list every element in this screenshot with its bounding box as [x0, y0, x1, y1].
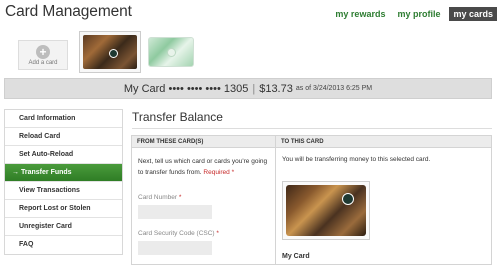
plus-icon: + — [36, 45, 50, 59]
sidebar-item-label: Reload Card — [19, 133, 61, 140]
sidebar-item-report-lost-or-stolen[interactable]: Report Lost or Stolen — [5, 200, 122, 218]
transfer-table: FROM THESE CARD(S) TO THIS CARD Next, te… — [131, 135, 492, 265]
required-star: * — [178, 194, 182, 201]
sidebar-item-label: Transfer Funds — [21, 169, 72, 176]
sidebar-item-label: Report Lost or Stolen — [19, 205, 91, 212]
add-card-label: Add a card — [28, 60, 58, 66]
sidebar-item-label: Set Auto-Reload — [19, 151, 74, 158]
page-title: Card Management — [5, 3, 132, 20]
sidebar-item-label: FAQ — [19, 241, 34, 248]
card-art-image — [286, 185, 366, 236]
sidebar-item-reload-card[interactable]: Reload Card — [5, 128, 122, 146]
nav-my-rewards[interactable]: my rewards — [332, 7, 388, 21]
balance-amount: $13.73 — [259, 82, 293, 95]
required-star: * — [216, 230, 219, 237]
from-column-header: FROM THESE CARD(S) — [132, 136, 275, 148]
balance-bar: My Card •••• •••• •••• 1305 | $13.73 as … — [4, 78, 492, 99]
csc-label: Card Security Code (CSC) * — [138, 230, 219, 237]
required-note: Required * — [203, 169, 235, 176]
add-card-button[interactable]: + Add a card — [18, 40, 68, 70]
sidebar-item-label: View Transactions — [19, 187, 80, 194]
card-thumbnail-green[interactable] — [148, 37, 194, 67]
sidebar-menu: Card Information Reload Card Set Auto-Re… — [4, 109, 123, 255]
card-number-label-text: Card Number — [138, 194, 178, 201]
sidebar-item-label: Unregister Card — [19, 223, 72, 230]
column-separator — [275, 136, 276, 265]
balance-separator: | — [252, 82, 256, 95]
csc-input[interactable] — [138, 241, 212, 255]
sidebar-item-unregister-card[interactable]: Unregister Card — [5, 218, 122, 236]
card-strip: + Add a card — [18, 31, 194, 77]
sidebar-item-transfer-funds[interactable]: → Transfer Funds — [5, 164, 122, 182]
arrow-right-icon: → — [12, 169, 19, 176]
card-logo-icon — [342, 193, 354, 205]
to-card-label: My Card — [282, 253, 310, 260]
to-column-header: TO THIS CARD — [275, 136, 491, 148]
sidebar-item-view-transactions[interactable]: View Transactions — [5, 182, 122, 200]
card-art-image — [83, 35, 137, 69]
card-logo-icon — [167, 48, 176, 57]
card-logo-icon — [109, 49, 118, 58]
card-number-label: Card Number * — [138, 194, 181, 201]
nav-my-cards[interactable]: my cards — [449, 7, 497, 21]
to-instructions: You will be transferring money to this s… — [282, 156, 431, 163]
csc-label-text: Card Security Code (CSC) — [138, 230, 215, 237]
balance-timestamp: as of 3/24/2013 6:25 PM — [295, 85, 373, 92]
from-instructions: Next, tell us which card or cards you're… — [138, 156, 272, 178]
sidebar-item-set-auto-reload[interactable]: Set Auto-Reload — [5, 146, 122, 164]
top-nav: my rewards my profile my cards — [332, 7, 497, 21]
card-thumbnail-selected[interactable] — [79, 31, 141, 73]
section-title: Transfer Balance — [132, 110, 223, 124]
to-card-image — [282, 181, 370, 240]
sidebar-item-label: Card Information — [19, 115, 76, 122]
nav-my-profile[interactable]: my profile — [394, 7, 443, 21]
card-number-input[interactable] — [138, 205, 212, 219]
section-divider — [132, 128, 492, 129]
sidebar-item-card-information[interactable]: Card Information — [5, 110, 122, 128]
sidebar-item-faq[interactable]: FAQ — [5, 236, 122, 254]
card-name: My Card •••• •••• •••• 1305 — [123, 82, 249, 95]
